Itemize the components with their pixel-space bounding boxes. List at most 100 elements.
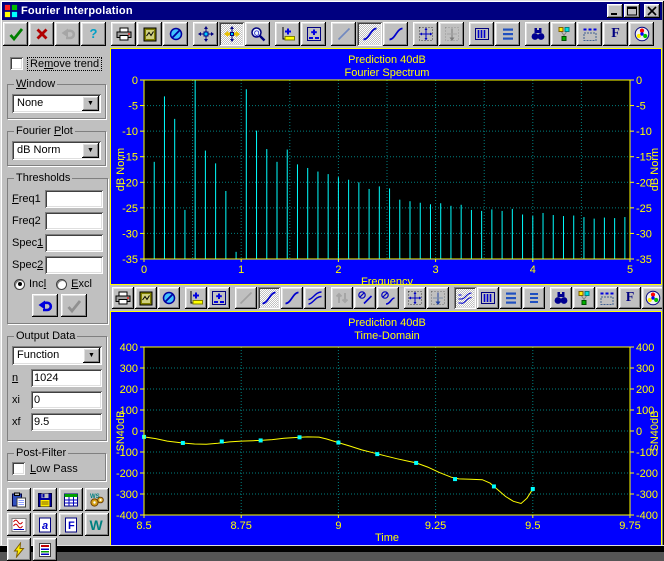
- radio-excl[interactable]: Excl: [56, 278, 92, 290]
- clip-curve-button[interactable]: [377, 287, 399, 309]
- chevron-down-icon[interactable]: ▼: [82, 96, 99, 111]
- radio-incl[interactable]: Incl: [14, 278, 46, 290]
- find-button[interactable]: [525, 22, 550, 46]
- revert-button[interactable]: [32, 294, 58, 317]
- clear-button[interactable]: [163, 22, 188, 46]
- text-box-button[interactable]: [577, 22, 602, 46]
- freq1-input[interactable]: [45, 190, 103, 208]
- scale-bar-button[interactable]: [185, 287, 207, 309]
- colors-button[interactable]: [642, 287, 662, 309]
- waveform-button[interactable]: [7, 513, 31, 536]
- maximize-button[interactable]: [624, 4, 640, 18]
- table-button[interactable]: [59, 488, 83, 511]
- svg-text:4: 4: [530, 264, 536, 276]
- time-domain-chart[interactable]: 8.58.7599.259.59.75400400300300200200100…: [110, 311, 662, 545]
- checkbox-box-icon[interactable]: [10, 57, 23, 70]
- output-type-select-value: Function: [12, 346, 81, 365]
- run-button[interactable]: [7, 538, 31, 561]
- curve-plot-button[interactable]: [357, 22, 382, 46]
- dotbox-icon: [599, 290, 615, 306]
- horizontal-lines-button[interactable]: [500, 287, 522, 309]
- grid-move-alt-button[interactable]: [439, 22, 464, 46]
- svg-text:-200: -200: [636, 468, 658, 480]
- grid-move-button[interactable]: [404, 287, 426, 309]
- vertical-bars-button[interactable]: [469, 22, 494, 46]
- svg-text:0: 0: [636, 75, 642, 87]
- checkbox-box-icon[interactable]: [12, 462, 25, 475]
- freq2-input[interactable]: [45, 212, 103, 230]
- line-plot-button[interactable]: [331, 22, 356, 46]
- help-button[interactable]: ?: [81, 22, 106, 46]
- vertical-bars-button[interactable]: [477, 287, 499, 309]
- word-button[interactable]: W: [85, 513, 109, 536]
- minimize-button[interactable]: [607, 4, 623, 18]
- cancel-button[interactable]: [29, 22, 54, 46]
- low-pass-checkbox[interactable]: Low Pass: [12, 462, 101, 475]
- scale-bar-button[interactable]: [275, 22, 300, 46]
- font-button[interactable]: F: [619, 287, 641, 309]
- pan-button[interactable]: [219, 22, 244, 46]
- paste-button[interactable]: [7, 488, 31, 511]
- line-plot-button[interactable]: [235, 287, 257, 309]
- scale-range-button[interactable]: [208, 287, 230, 309]
- chevron-down-icon[interactable]: ▼: [83, 348, 100, 363]
- curve-icon: [261, 290, 277, 306]
- nodes-button[interactable]: [573, 287, 595, 309]
- grid-move-button[interactable]: [413, 22, 438, 46]
- table-icon: [63, 492, 79, 508]
- close-button[interactable]: [644, 4, 660, 18]
- xf-input[interactable]: [31, 413, 102, 431]
- nodes-button[interactable]: [551, 22, 576, 46]
- zoom-button[interactable]: Q: [245, 22, 270, 46]
- find-button[interactable]: [550, 287, 572, 309]
- undo-button[interactable]: [55, 22, 80, 46]
- remove-trend-checkbox[interactable]: Remove trend: [10, 57, 106, 70]
- accept-button[interactable]: [3, 22, 28, 46]
- text-box-button[interactable]: [596, 287, 618, 309]
- format-doc-button[interactable]: F: [59, 513, 83, 536]
- font-button[interactable]: F: [603, 22, 628, 46]
- fontf-icon: F: [626, 290, 635, 306]
- radio-dot-icon[interactable]: [14, 279, 25, 290]
- print-button[interactable]: [111, 22, 136, 46]
- spec2-input[interactable]: [45, 256, 103, 274]
- axes-pm-icon: [211, 290, 227, 306]
- post-filter-group-label: Post-Filter: [14, 447, 68, 459]
- smooth-curve-button[interactable]: [281, 287, 303, 309]
- window-select[interactable]: None ▼: [12, 94, 101, 113]
- clear-button[interactable]: [158, 287, 180, 309]
- fourier-plot-select[interactable]: dB Norm ▼: [12, 141, 101, 160]
- multi-curve-button[interactable]: [304, 287, 326, 309]
- curves-lines-button[interactable]: [454, 287, 476, 309]
- n-input[interactable]: [31, 369, 102, 387]
- smooth-curve-button[interactable]: [383, 22, 408, 46]
- report-button[interactable]: [33, 538, 57, 561]
- colors-button[interactable]: [629, 22, 654, 46]
- svg-text:-5: -5: [128, 101, 138, 113]
- sort-button[interactable]: [331, 287, 353, 309]
- copy-graph-button[interactable]: [135, 287, 157, 309]
- clip-line-button[interactable]: [354, 287, 376, 309]
- sidebar-button-grid: WS aFW: [7, 488, 107, 561]
- chevron-down-icon[interactable]: ▼: [82, 143, 99, 158]
- titlebar[interactable]: Fourier Interpolation: [2, 2, 662, 20]
- spec1-input[interactable]: [45, 234, 103, 252]
- radio-circle-icon[interactable]: [56, 279, 67, 290]
- print-button[interactable]: [112, 287, 134, 309]
- worksheet-button[interactable]: WS: [85, 488, 109, 511]
- svg-text:-300: -300: [636, 489, 658, 501]
- horizontal-lines2-button[interactable]: [523, 287, 545, 309]
- grid-move-alt-button[interactable]: [427, 287, 449, 309]
- apply-button[interactable]: [61, 294, 87, 317]
- fourier-spectrum-chart[interactable]: 01234500-5-5-10-10-15-15-20-20-25-25-30-…: [110, 48, 662, 285]
- move-axes-button[interactable]: [193, 22, 218, 46]
- xi-input[interactable]: [31, 391, 102, 409]
- curve-plot-button[interactable]: [258, 287, 280, 309]
- copy-graph-button[interactable]: [137, 22, 162, 46]
- output-type-select[interactable]: Function ▼: [12, 346, 102, 365]
- scale-range-button[interactable]: [301, 22, 326, 46]
- radio-incl-label: Incl: [29, 278, 46, 290]
- horizontal-lines-button[interactable]: [495, 22, 520, 46]
- save-button[interactable]: [33, 488, 57, 511]
- text-doc-button[interactable]: a: [33, 513, 57, 536]
